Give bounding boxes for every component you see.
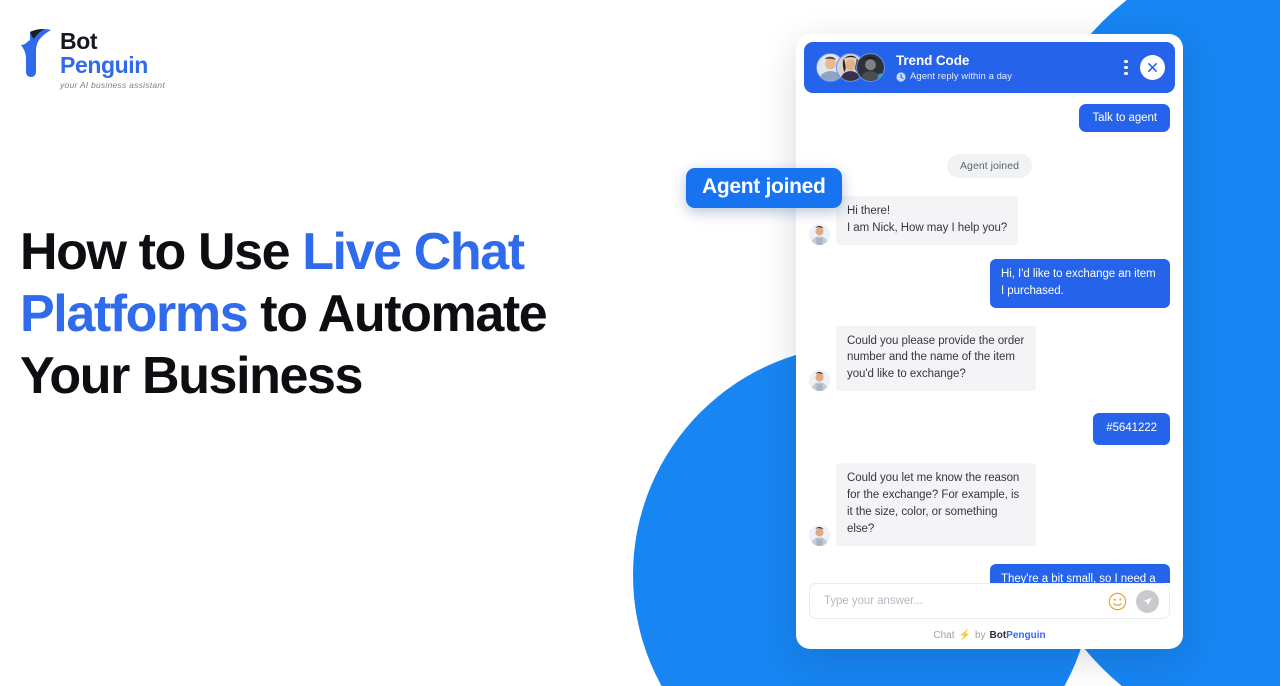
kebab-dot [1124,65,1128,70]
brand-logo[interactable]: Bot Penguin your AI business assistant [20,28,165,90]
emoji-smiley-icon [1108,592,1127,610]
kebab-dot [1124,59,1128,63]
kebab-menu-icon[interactable] [1117,57,1135,79]
online-status-indicator [877,73,884,81]
message-list: Talk to agent Agent joined Hi there! I a… [796,93,1183,583]
bot-message-reason-request: Could you let me know the reason for the… [836,463,1036,546]
headline-highlight-live: Live [302,223,402,281]
message-row-user-exchange: Hi, I'd like to exchange an item I purch… [809,258,1170,308]
footer-brand-penguin: Penguin [1006,629,1046,641]
logo-word-bot: Bot [60,28,98,54]
footer-chat-label: Chat [933,629,955,641]
logo-text-block: Bot Penguin your AI business assistant [60,28,165,90]
logo-tagline: your AI business assistant [60,80,165,91]
chat-widget-header: Trend Code Agent reply within a day [804,42,1175,93]
send-paper-plane-icon [1143,597,1152,605]
clock-icon [896,72,906,82]
avatar-agent-nick [809,370,830,392]
header-meta: Trend Code Agent reply within a day [896,53,1117,82]
lightning-bolt-icon: ⚡ [958,629,971,641]
quick-reply-row: Talk to agent [809,104,1170,132]
close-button[interactable] [1140,55,1165,80]
footer-by-label: by [974,629,986,641]
system-message-row: Agent joined [809,154,1170,178]
avatar-agent-nick [809,223,830,245]
page-title: How to Use Live Chat Platforms to Automa… [20,222,580,408]
message-row-user-order-number: #5641222 [809,413,1170,446]
headline-space [401,223,414,281]
penguin-icon [21,28,51,78]
bot-message-order-request: Could you please provide the order numbe… [836,325,1036,392]
bot-message-greeting: Hi there! I am Nick, How may I help you? [836,196,1019,245]
message-input[interactable] [824,595,1108,607]
message-row-bot-greeting: Hi there! I am Nick, How may I help you? [809,196,1170,245]
send-button[interactable] [1136,589,1159,613]
user-message-order-number: #5641222 [1093,413,1170,446]
footer-brand-bot: Bot [989,629,1007,641]
avatar-agent-nick [809,524,830,546]
emoji-picker-button[interactable] [1108,592,1127,611]
chat-status-row: Agent reply within a day [896,71,1117,82]
message-row-bot-order: Could you please provide the order numbe… [809,325,1170,392]
system-message-agent-joined: Agent joined [947,154,1032,178]
chat-status-text: Agent reply within a day [910,71,1013,83]
widget-footer: Chat ⚡ by BotPenguin [796,625,1183,649]
chat-title: Trend Code [896,52,970,68]
kebab-dot [1124,72,1128,76]
agent-avatar-stack [816,53,885,82]
chat-widget: Trend Code Agent reply within a day Talk… [796,34,1183,649]
user-message-reason: They're a bit small, so I need a bigger … [990,563,1170,583]
close-icon [1148,63,1157,72]
logo-word-penguin: Penguin [60,51,148,78]
composer-wrapper [796,583,1183,625]
headline-segment-1: How to Use [20,223,303,281]
message-composer[interactable] [809,583,1170,619]
talk-to-agent-button[interactable]: Talk to agent [1079,104,1170,132]
footer-brand[interactable]: BotPenguin [990,630,1046,641]
user-message-exchange-request: Hi, I'd like to exchange an item I purch… [990,258,1170,308]
message-row-bot-reason: Could you let me know the reason for the… [809,463,1170,546]
message-row-user-reason: They're a bit small, so I need a bigger … [809,563,1170,583]
agent-joined-callout-badge: Agent joined [686,168,842,208]
avatar-agent-3 [856,53,885,82]
